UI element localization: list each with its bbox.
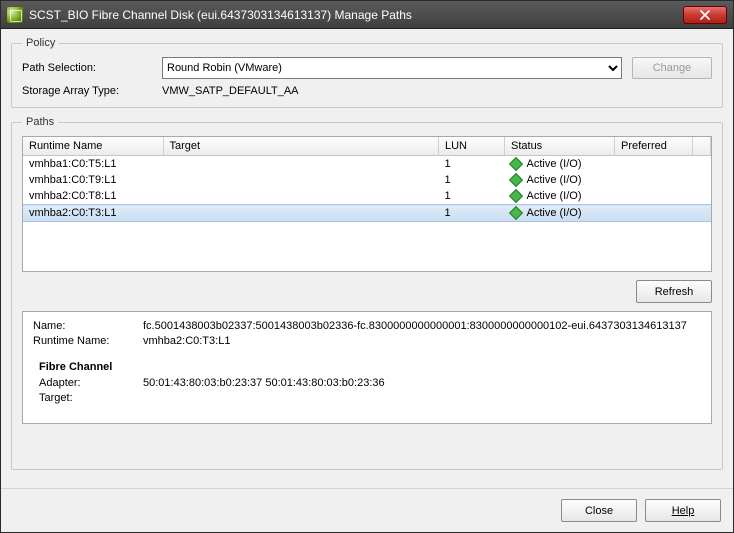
cell-status: Active (I/O) bbox=[505, 172, 615, 188]
cell-preferred bbox=[615, 172, 693, 188]
status-active-icon bbox=[508, 173, 522, 187]
refresh-button[interactable]: Refresh bbox=[636, 280, 712, 303]
storage-array-type-value: VMW_SATP_DEFAULT_AA bbox=[162, 85, 299, 97]
col-target[interactable]: Target bbox=[163, 137, 439, 156]
cell-preferred bbox=[615, 188, 693, 205]
details-runtime-name-label: Runtime Name: bbox=[33, 335, 143, 347]
table-row[interactable]: vmhba1:C0:T5:L1 1Active (I/O) bbox=[23, 156, 711, 173]
dialog-footer: Close Help bbox=[1, 488, 733, 532]
cell-target bbox=[163, 205, 439, 222]
details-fc-heading: Fibre Channel bbox=[39, 361, 701, 373]
col-preferred[interactable]: Preferred bbox=[615, 137, 693, 156]
cell-status: Active (I/O) bbox=[505, 205, 615, 222]
cell-lun: 1 bbox=[439, 205, 505, 222]
cell-runtime-name: vmhba1:C0:T9:L1 bbox=[23, 172, 163, 188]
window-title: SCST_BIO Fibre Channel Disk (eui.6437303… bbox=[29, 8, 683, 22]
col-spacer bbox=[693, 137, 711, 156]
window-frame: SCST_BIO Fibre Channel Disk (eui.6437303… bbox=[0, 0, 734, 533]
paths-table: Runtime Name Target LUN Status Preferred… bbox=[23, 137, 711, 222]
details-target-label: Target: bbox=[39, 392, 143, 404]
close-button[interactable]: Close bbox=[561, 499, 637, 522]
paths-table-container: Runtime Name Target LUN Status Preferred… bbox=[22, 136, 712, 272]
cell-status: Active (I/O) bbox=[505, 188, 615, 205]
window-close-button[interactable] bbox=[683, 6, 727, 24]
cell-target bbox=[163, 188, 439, 205]
details-name-value: fc.5001438003b02337:5001438003b02336-fc.… bbox=[143, 320, 687, 332]
col-lun[interactable]: LUN bbox=[439, 137, 505, 156]
cell-lun: 1 bbox=[439, 172, 505, 188]
cell-status: Active (I/O) bbox=[505, 156, 615, 173]
app-icon bbox=[7, 7, 23, 23]
table-row[interactable]: vmhba1:C0:T9:L1 1Active (I/O) bbox=[23, 172, 711, 188]
table-row[interactable]: vmhba2:C0:T8:L1 1Active (I/O) bbox=[23, 188, 711, 205]
cell-runtime-name: vmhba2:C0:T8:L1 bbox=[23, 188, 163, 205]
storage-array-type-label: Storage Array Type: bbox=[22, 85, 162, 97]
path-selection-label: Path Selection: bbox=[22, 62, 162, 74]
cell-target bbox=[163, 172, 439, 188]
status-active-icon bbox=[508, 206, 522, 220]
cell-lun: 1 bbox=[439, 188, 505, 205]
details-runtime-name-value: vmhba2:C0:T3:L1 bbox=[143, 335, 230, 347]
cell-runtime-name: vmhba1:C0:T5:L1 bbox=[23, 156, 163, 173]
cell-lun: 1 bbox=[439, 156, 505, 173]
status-active-icon bbox=[508, 189, 522, 203]
path-details-panel: Name: fc.5001438003b02337:5001438003b023… bbox=[22, 311, 712, 424]
help-button[interactable]: Help bbox=[645, 499, 721, 522]
status-active-icon bbox=[508, 157, 522, 171]
help-button-label: Help bbox=[672, 505, 695, 517]
col-status[interactable]: Status bbox=[505, 137, 615, 156]
table-row[interactable]: vmhba2:C0:T3:L1 1Active (I/O) bbox=[23, 205, 711, 222]
details-adapter-label: Adapter: bbox=[39, 377, 143, 389]
paths-group: Paths Runtime Name Target LUN Status Pre… bbox=[11, 116, 723, 470]
path-selection-dropdown[interactable]: Round Robin (VMware) bbox=[162, 57, 622, 79]
policy-group: Policy Path Selection: Round Robin (VMwa… bbox=[11, 37, 723, 108]
table-header-row: Runtime Name Target LUN Status Preferred bbox=[23, 137, 711, 156]
cell-preferred bbox=[615, 156, 693, 173]
details-name-label: Name: bbox=[33, 320, 143, 332]
window-content: Policy Path Selection: Round Robin (VMwa… bbox=[1, 29, 733, 488]
cell-runtime-name: vmhba2:C0:T3:L1 bbox=[23, 205, 163, 222]
col-runtime-name[interactable]: Runtime Name bbox=[23, 137, 163, 156]
change-button: Change bbox=[632, 57, 712, 79]
policy-legend: Policy bbox=[22, 37, 59, 49]
cell-preferred bbox=[615, 205, 693, 222]
titlebar[interactable]: SCST_BIO Fibre Channel Disk (eui.6437303… bbox=[1, 1, 733, 29]
cell-target bbox=[163, 156, 439, 173]
details-adapter-value: 50:01:43:80:03:b0:23:37 50:01:43:80:03:b… bbox=[143, 377, 385, 389]
close-icon bbox=[700, 10, 710, 20]
paths-legend: Paths bbox=[22, 116, 58, 128]
